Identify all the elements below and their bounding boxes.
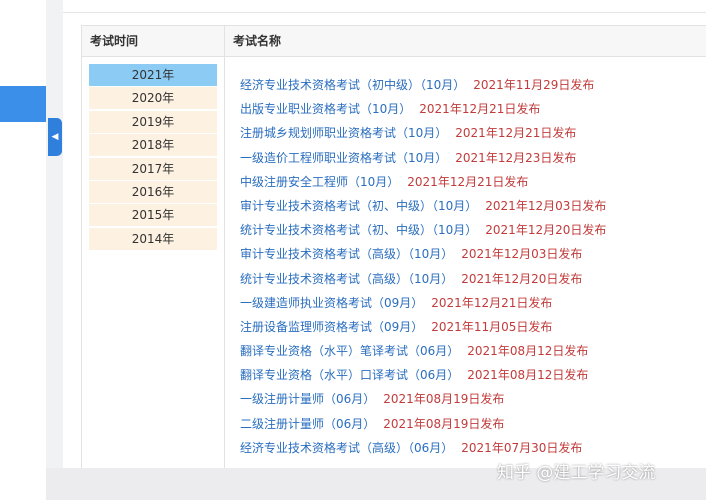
- exam-name-link[interactable]: 审计专业技术资格考试（高级）（10月）: [240, 247, 453, 261]
- exam-row: 统计专业技术资格考试（高级）（10月） 2021年12月20日发布: [240, 267, 705, 291]
- year-item[interactable]: 2017年: [89, 157, 217, 180]
- exam-table: 考试时间 考试名称 2021年 2020年 2019年 2018年 2017年 …: [81, 25, 706, 469]
- year-item[interactable]: 2021年: [89, 64, 217, 86]
- exam-name-link[interactable]: 经济专业技术资格考试（高级）（06月）: [240, 441, 453, 455]
- watermark: 知乎 @建工学习交流: [497, 463, 656, 483]
- sidebar-active-item[interactable]: [0, 86, 46, 122]
- exam-row: 出版专业职业资格考试（10月） 2021年12月21日发布: [240, 97, 705, 121]
- exam-name-link[interactable]: 一级注册计量师（06月）: [240, 392, 375, 406]
- publish-date: 2021年12月21日发布: [455, 126, 577, 141]
- exam-row: 翻译专业资格（水平）口译考试（06月） 2021年08月12日发布: [240, 363, 705, 387]
- exam-row: 注册城乡规划师职业资格考试（10月） 2021年12月21日发布: [240, 121, 705, 145]
- exam-name-link[interactable]: 一级建造师执业资格考试（09月）: [240, 296, 423, 310]
- publish-date: 2021年08月19日发布: [383, 392, 505, 407]
- year-item[interactable]: 2014年: [89, 227, 217, 250]
- publish-date: 2021年12月23日发布: [455, 150, 577, 165]
- exam-row: 一级注册计量师（06月） 2021年08月19日发布: [240, 387, 705, 411]
- exam-row: 二级注册计量师（06月） 2021年08月19日发布: [240, 412, 705, 436]
- publish-date: 2021年11月29日发布: [473, 78, 595, 92]
- exam-name-link[interactable]: 统计专业技术资格考试（初、中级）（10月）: [240, 223, 477, 237]
- exam-name-link[interactable]: 统计专业技术资格考试（高级）（10月）: [240, 272, 453, 286]
- exam-row: 注册设备监理师资格考试（09月） 2021年11月05日发布: [240, 315, 705, 339]
- column-header-exam-time: 考试时间: [90, 34, 139, 48]
- publish-date: 2021年12月03日发布: [485, 198, 607, 213]
- publish-date: 2021年12月20日发布: [461, 271, 583, 286]
- year-item[interactable]: 2018年: [89, 134, 217, 157]
- top-bar: [63, 0, 706, 13]
- exam-name-link[interactable]: 二级注册计量师（06月）: [240, 417, 375, 431]
- sidebar-collapse-button[interactable]: ◀: [48, 118, 62, 156]
- exam-row: 经济专业技术资格考试（初中级）（10月） 2021年11月29日发布: [240, 73, 705, 97]
- exam-row: 经济专业技术资格考试（高级）（06月） 2021年07月30日发布: [240, 436, 705, 460]
- publish-date: 2021年12月21日发布: [431, 295, 553, 310]
- left-sidebar: [0, 0, 46, 500]
- exam-row: 一级建造师执业资格考试（09月） 2021年12月21日发布: [240, 291, 705, 315]
- exam-list: 经济专业技术资格考试（初中级）（10月） 2021年11月29日发布 出版专业职业…: [240, 73, 705, 460]
- publish-date: 2021年12月03日发布: [461, 247, 583, 262]
- exam-row: 审计专业技术资格考试（高级）（10月） 2021年12月03日发布: [240, 242, 705, 266]
- exam-name-link[interactable]: 注册城乡规划师职业资格考试（10月）: [240, 126, 447, 140]
- year-item[interactable]: 2019年: [89, 110, 217, 133]
- publish-date: 2021年08月12日发布: [467, 368, 589, 383]
- exam-name-link[interactable]: 翻译专业资格（水平）笔译考试（06月）: [240, 344, 459, 358]
- column-divider: [224, 26, 225, 469]
- exam-name-link[interactable]: 注册设备监理师资格考试（09月）: [240, 320, 423, 334]
- publish-date: 2021年11月05日发布: [431, 319, 553, 334]
- publish-date: 2021年07月30日发布: [461, 440, 583, 455]
- exam-name-link[interactable]: 经济专业技术资格考试（初中级）（10月）: [240, 78, 465, 92]
- year-item[interactable]: 2016年: [89, 180, 217, 203]
- exam-row: 一级造价工程师职业资格考试（10月） 2021年12月23日发布: [240, 146, 705, 170]
- year-list: 2021年 2020年 2019年 2018年 2017年 2016年 2015…: [89, 64, 217, 251]
- publish-date: 2021年08月12日发布: [467, 344, 589, 359]
- exam-name-link[interactable]: 审计专业技术资格考试（初、中级）（10月）: [240, 199, 477, 213]
- year-item[interactable]: 2015年: [89, 204, 217, 227]
- exam-row: 中级注册安全工程师（10月） 2021年12月21日发布: [240, 170, 705, 194]
- exam-name-link[interactable]: 翻译专业资格（水平）口译考试（06月）: [240, 368, 459, 382]
- year-item[interactable]: 2020年: [89, 87, 217, 110]
- exam-name-link[interactable]: 出版专业职业资格考试（10月）: [240, 102, 411, 116]
- publish-date: 2021年12月20日发布: [485, 223, 607, 238]
- exam-name-link[interactable]: 一级造价工程师职业资格考试（10月）: [240, 151, 447, 165]
- exam-name-link[interactable]: 中级注册安全工程师（10月）: [240, 175, 399, 189]
- publish-date: 2021年12月21日发布: [407, 174, 529, 189]
- column-header-exam-name: 考试名称: [233, 34, 282, 48]
- publish-date: 2021年08月19日发布: [383, 416, 505, 431]
- exam-row: 翻译专业资格（水平）笔译考试（06月） 2021年08月12日发布: [240, 339, 705, 363]
- exam-row: 审计专业技术资格考试（初、中级）（10月） 2021年12月03日发布: [240, 194, 705, 218]
- chevron-left-icon: ◀: [51, 132, 59, 142]
- publish-date: 2021年12月21日发布: [419, 102, 541, 117]
- table-header: 考试时间 考试名称: [82, 26, 706, 57]
- exam-row: 统计专业技术资格考试（初、中级）（10月） 2021年12月20日发布: [240, 218, 705, 242]
